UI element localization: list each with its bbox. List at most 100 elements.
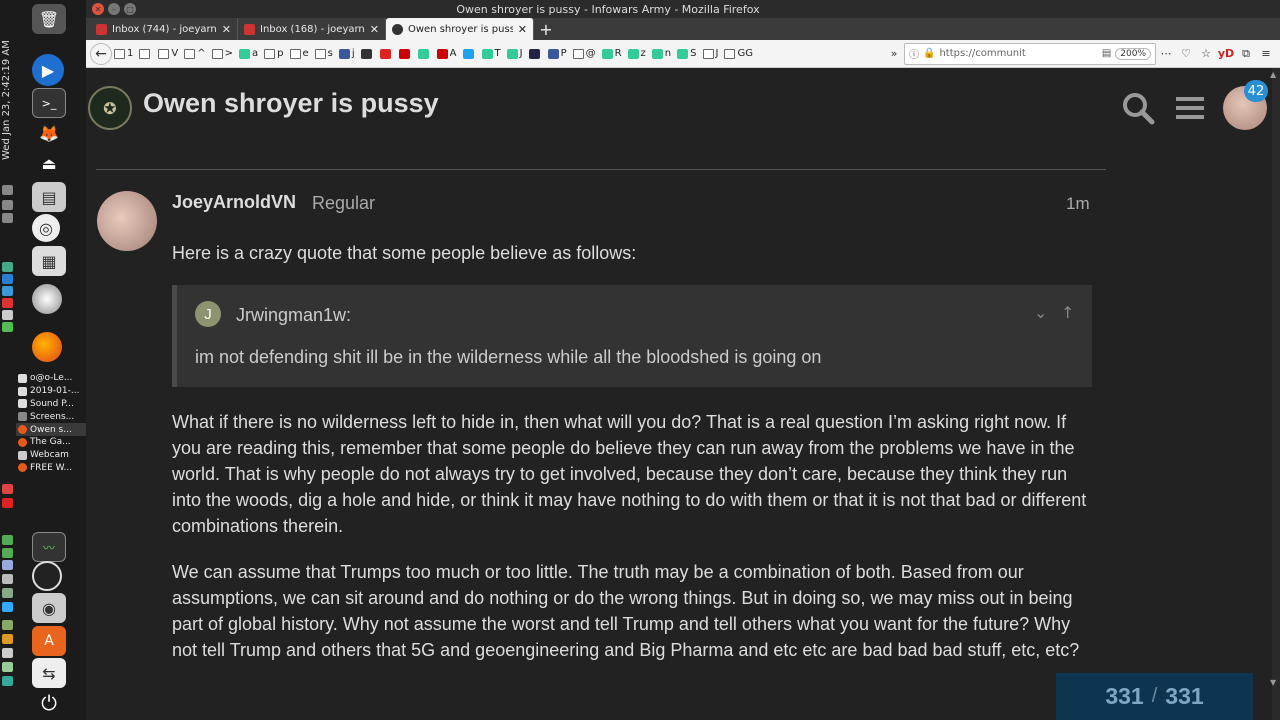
obs-icon[interactable]: [32, 561, 62, 591]
tray-app-icon[interactable]: [2, 535, 13, 545]
bookmark-item[interactable]: J: [701, 44, 721, 64]
pocket-icon[interactable]: ♡: [1176, 44, 1196, 64]
minimize-window-icon[interactable]: –: [108, 3, 120, 15]
close-tab-icon[interactable]: ✕: [222, 23, 231, 36]
tab-inbox-2[interactable]: Inbox (168) - joeyarnold ✕: [238, 18, 386, 40]
bookmark-item[interactable]: a: [237, 44, 260, 64]
bookmark-item[interactable]: [378, 44, 395, 64]
topic-title[interactable]: Owen shroyer is pussy: [143, 88, 439, 119]
scrollbar[interactable]: [1272, 68, 1280, 720]
bookmark-item[interactable]: @: [571, 44, 598, 64]
bookmark-item[interactable]: [416, 44, 433, 64]
new-tab-button[interactable]: +: [534, 18, 558, 40]
tray-app-icon[interactable]: [2, 274, 13, 284]
media-player-icon[interactable]: ▶: [32, 54, 64, 86]
hamburger-menu-icon[interactable]: ≡: [1256, 44, 1276, 64]
trash-icon[interactable]: 🗑: [32, 4, 66, 34]
system-monitor-icon[interactable]: 〰: [32, 532, 66, 562]
tray-app-icon[interactable]: [2, 602, 13, 612]
tray-app-icon[interactable]: [2, 634, 13, 644]
tray-app-icon[interactable]: [2, 676, 13, 686]
scroll-up-icon[interactable]: ▲: [1270, 70, 1276, 79]
page-actions-icon[interactable]: ⋯: [1156, 44, 1176, 64]
gimp-icon[interactable]: 🦊: [32, 118, 66, 148]
tray-app-icon[interactable]: [2, 560, 13, 570]
tray-battery-icon[interactable]: [2, 213, 13, 223]
bookmark-item[interactable]: [359, 44, 376, 64]
task-item[interactable]: Owen s...: [16, 423, 86, 436]
task-item[interactable]: 2019-01-...: [16, 385, 86, 398]
topic-progress[interactable]: 331 / 331: [1056, 673, 1253, 720]
bookmark-item[interactable]: z: [626, 44, 648, 64]
bookmark-item[interactable]: J: [505, 44, 525, 64]
url-text[interactable]: https://communit: [939, 48, 1097, 59]
firefox-icon[interactable]: [32, 332, 62, 362]
bookmark-item[interactable]: n: [650, 44, 673, 64]
notification-badge[interactable]: 42: [1244, 80, 1268, 102]
bookmarks-overflow-icon[interactable]: »: [884, 44, 904, 64]
bookmark-item[interactable]: 1: [112, 44, 135, 64]
site-logo[interactable]: ✪: [88, 86, 132, 130]
tray-app-icon[interactable]: [2, 648, 13, 658]
ubuntu-icon[interactable]: ◎: [32, 214, 60, 242]
tray-app-icon[interactable]: [2, 484, 13, 494]
bookmark-item[interactable]: [397, 44, 414, 64]
site-info-icon[interactable]: ⓘ: [909, 46, 919, 61]
bookmark-item[interactable]: R: [600, 44, 624, 64]
bookmark-item[interactable]: e: [288, 44, 311, 64]
tray-app-icon[interactable]: [2, 574, 13, 584]
tray-app-icon[interactable]: [2, 588, 13, 598]
close-tab-icon[interactable]: ✕: [370, 23, 379, 36]
bookmark-item[interactable]: [461, 44, 478, 64]
tray-app-icon[interactable]: [2, 548, 13, 558]
ball-icon[interactable]: [32, 284, 62, 314]
bookmark-item[interactable]: GG: [722, 44, 755, 64]
extension-icon[interactable]: yD: [1216, 44, 1236, 64]
bookmark-star-icon[interactable]: ☆: [1196, 44, 1216, 64]
tray-app-icon[interactable]: [2, 298, 13, 308]
task-item[interactable]: FREE W...: [16, 462, 86, 475]
zoom-level[interactable]: 200%: [1115, 47, 1151, 60]
task-item[interactable]: The Ga...: [16, 436, 86, 449]
tray-app-icon[interactable]: [2, 498, 13, 508]
switcher-icon[interactable]: ⇆: [32, 658, 66, 688]
webcam-icon[interactable]: ◉: [32, 593, 66, 623]
task-item[interactable]: o@o-Le...: [16, 372, 86, 385]
post-time[interactable]: 1m: [1066, 194, 1090, 214]
eject-icon[interactable]: ⏏: [32, 148, 66, 178]
tray-network-icon[interactable]: [2, 185, 13, 195]
bookmark-item[interactable]: T: [480, 44, 503, 64]
url-bar[interactable]: ⓘ 🔒 https://communit ▤ 200%: [904, 42, 1156, 65]
scanner-icon[interactable]: ▤: [32, 182, 66, 212]
tray-app-icon[interactable]: [2, 262, 13, 272]
tray-app-icon[interactable]: [2, 620, 13, 630]
software-center-icon[interactable]: A: [32, 626, 66, 656]
task-item[interactable]: Screens...: [16, 410, 86, 423]
panel-clock[interactable]: Wed Jan 23, 2:42:19 AM: [1, 40, 15, 160]
task-item[interactable]: Webcam: [16, 449, 86, 462]
task-item[interactable]: Sound P...: [16, 398, 86, 411]
bookmark-item[interactable]: [137, 44, 154, 64]
search-icon[interactable]: [1120, 90, 1156, 126]
arrow-up-icon[interactable]: ↑: [1061, 303, 1074, 322]
tray-app-icon[interactable]: [2, 286, 13, 296]
back-button[interactable]: ←: [90, 42, 112, 65]
post-username[interactable]: JoeyArnoldVN: [172, 192, 296, 213]
bookmark-item[interactable]: j: [337, 44, 357, 64]
bookmark-item[interactable]: p: [262, 44, 285, 64]
tray-app-icon[interactable]: [2, 662, 13, 672]
maximize-window-icon[interactable]: □: [124, 3, 136, 15]
bookmark-item[interactable]: S: [675, 44, 698, 64]
post-avatar[interactable]: [97, 191, 157, 251]
bookmark-item[interactable]: P: [546, 44, 569, 64]
extension-icon[interactable]: ⧉: [1236, 44, 1256, 64]
tray-volume-icon[interactable]: [2, 200, 13, 210]
tab-inbox-1[interactable]: Inbox (744) - joeyarnold ✕: [90, 18, 238, 40]
chevron-down-icon[interactable]: ⌄: [1034, 303, 1047, 322]
scroll-down-icon[interactable]: ▼: [1270, 678, 1276, 687]
power-icon[interactable]: ⏻: [32, 688, 66, 718]
files-icon[interactable]: ▦: [32, 246, 66, 276]
tab-owen-shroyer[interactable]: Owen shroyer is pussy - ✕: [386, 18, 534, 40]
bookmark-item[interactable]: V: [156, 44, 180, 64]
terminal-icon[interactable]: >_: [32, 88, 66, 118]
